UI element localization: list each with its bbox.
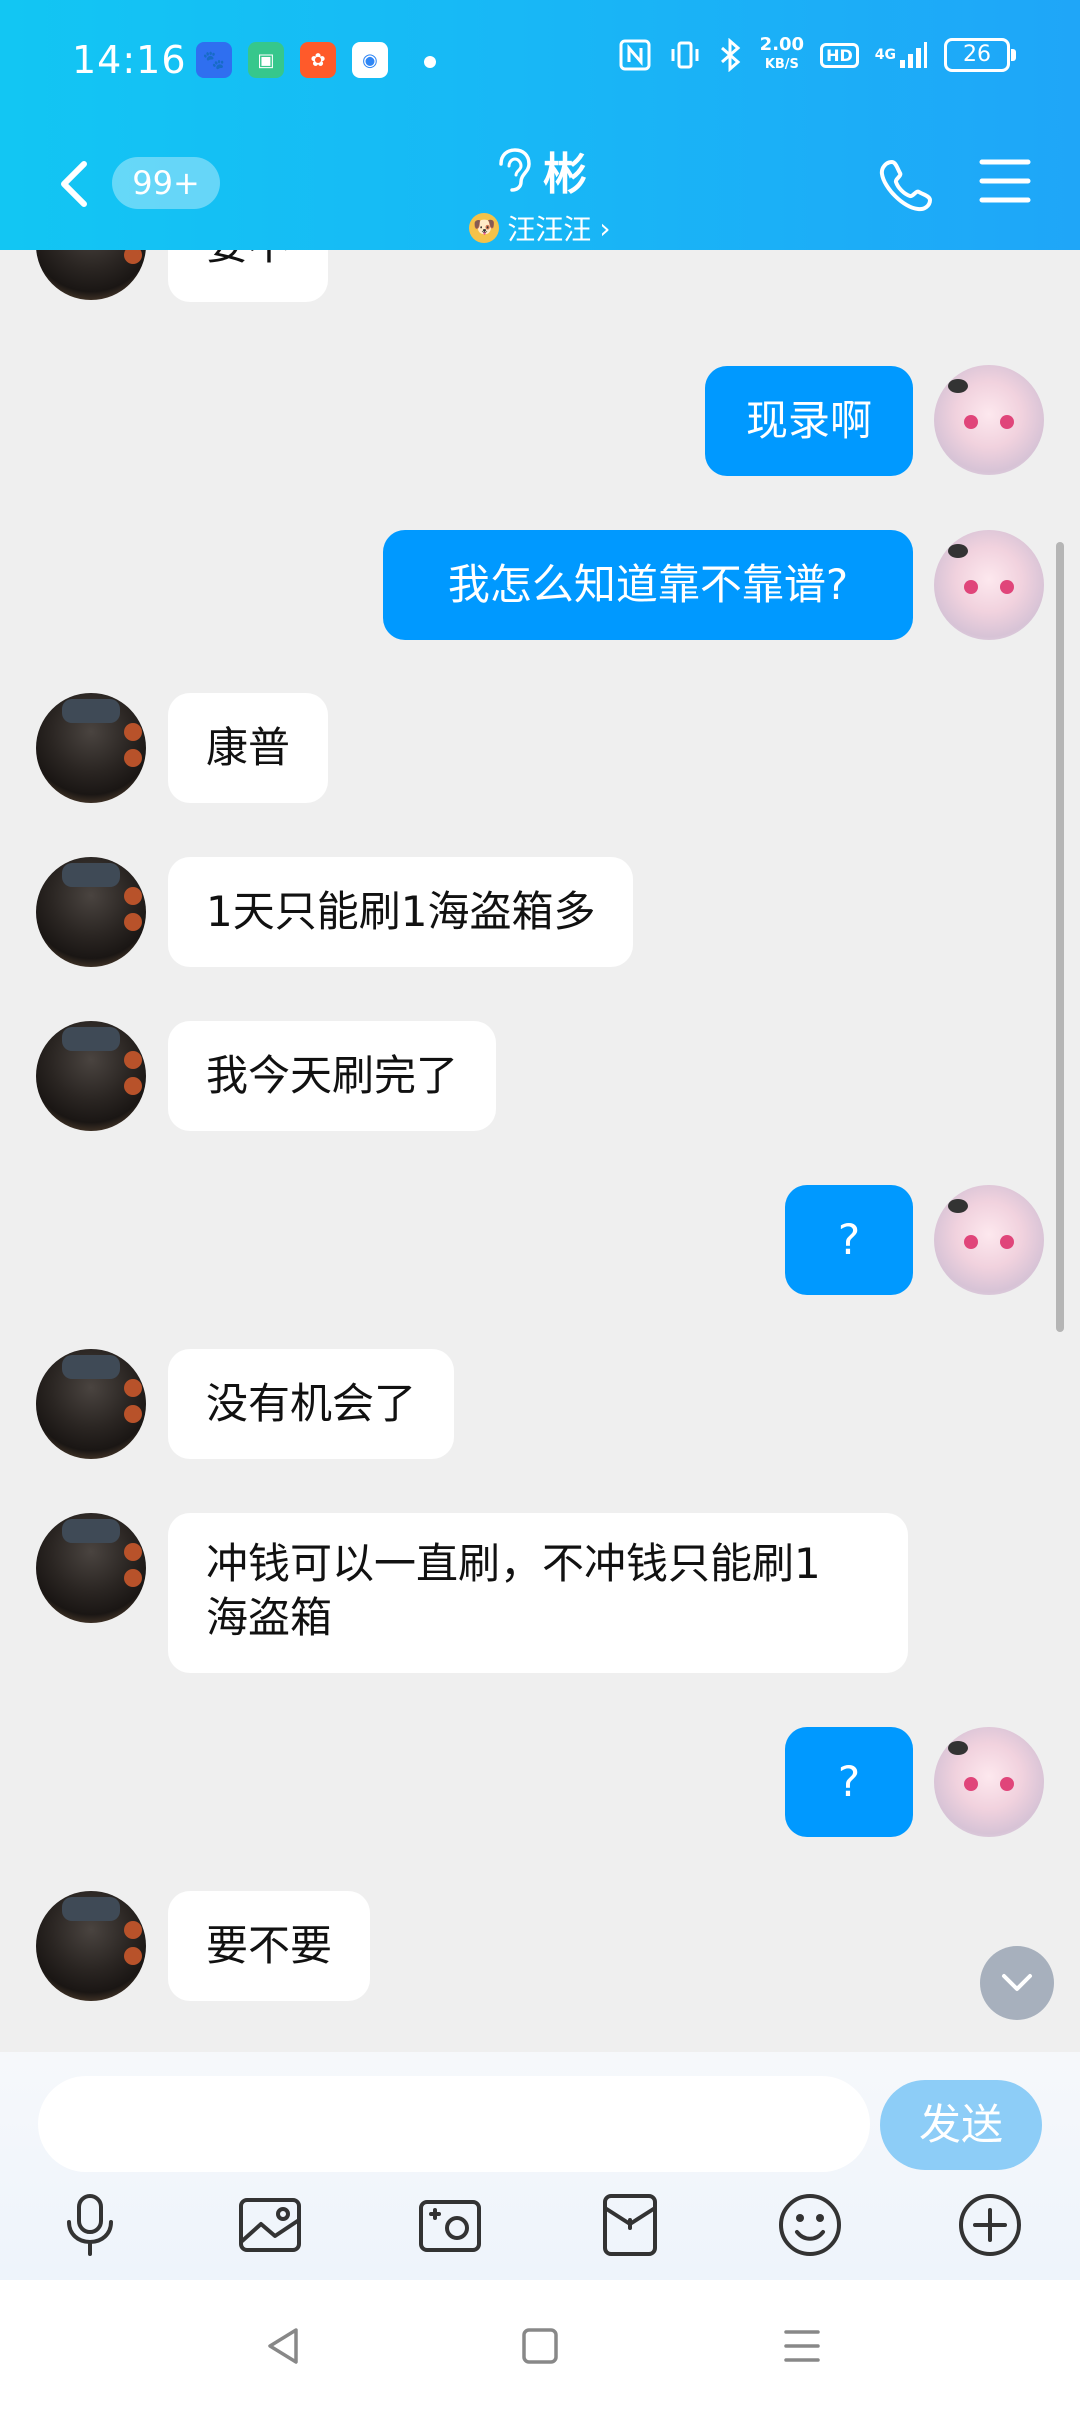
message-bubble[interactable]: 我今天刷完了 <box>168 1021 497 1131</box>
contact-avatar[interactable] <box>36 693 146 803</box>
status-bar: 14:16 🐾 ▣ ✿ ◉ 2.00 KB/S HD 4G 26 <box>0 0 1080 120</box>
contact-avatar[interactable] <box>36 1513 146 1623</box>
plus-icon[interactable] <box>955 2190 1025 2260</box>
hd-icon: HD <box>820 42 859 68</box>
kuaishou-app-icon: ✿ <box>300 42 336 78</box>
browser-app-icon: ◉ <box>352 42 388 78</box>
my-avatar[interactable] <box>934 1185 1044 1295</box>
emoji-icon[interactable] <box>775 2190 845 2260</box>
battery-icon: 26 <box>944 38 1016 72</box>
my-avatar[interactable] <box>934 1727 1044 1837</box>
message-bubble[interactable]: 康普 <box>168 693 329 803</box>
back-arrow-icon[interactable] <box>52 156 100 212</box>
my-avatar[interactable] <box>934 365 1044 475</box>
bluetooth-icon <box>718 38 744 72</box>
chat-header: 14:16 🐾 ▣ ✿ ◉ 2.00 KB/S HD 4G 26 99+ 彬 🐶… <box>0 0 1080 250</box>
unread-count-badge[interactable]: 99+ <box>112 157 220 209</box>
nav-home-icon[interactable] <box>518 2324 562 2368</box>
chevron-down-icon <box>1002 1974 1032 1991</box>
phone-call-icon[interactable] <box>878 154 938 214</box>
scrollbar[interactable] <box>1056 542 1064 1332</box>
send-button[interactable]: 发送 <box>880 2080 1042 2170</box>
contact-avatar[interactable] <box>36 250 146 300</box>
status-time: 14:16 <box>72 38 187 82</box>
system-nav-bar <box>0 2280 1080 2412</box>
contact-status: 汪汪汪 <box>507 213 592 246</box>
red-packet-icon[interactable] <box>595 2190 665 2260</box>
contact-avatar[interactable] <box>36 1349 146 1459</box>
contact-title[interactable]: 彬 🐶 汪汪汪 › <box>440 138 640 248</box>
contact-avatar[interactable] <box>36 1891 146 2001</box>
contact-avatar[interactable] <box>36 857 146 967</box>
my-avatar[interactable] <box>934 530 1044 640</box>
nav-back-icon[interactable] <box>262 2324 306 2368</box>
book-app-icon: ▣ <box>248 42 284 78</box>
nav-bar: 99+ 彬 🐶 汪汪汪 › <box>0 130 1080 246</box>
message-bubble[interactable]: 要不 <box>168 250 329 302</box>
message-bubble-mine[interactable]: ? <box>785 1727 913 1837</box>
vibrate-icon <box>668 38 702 72</box>
ear-icon <box>493 146 533 194</box>
message-bubble[interactable]: 没有机会了 <box>168 1349 455 1459</box>
signal-icon: 4G <box>875 40 928 70</box>
nfc-icon <box>618 38 652 72</box>
baidu-app-icon: 🐾 <box>196 42 232 78</box>
chevron-right-icon: › <box>599 211 611 245</box>
status-icons: 2.00 KB/S HD 4G 26 <box>618 34 1016 74</box>
message-list[interactable]: 要不 现录啊 我怎么知道靠不靠谱? 康普 1天只能刷1海盗箱多 我今天刷完了 ?… <box>0 250 1080 2052</box>
message-bubble-mine[interactable]: 我怎么知道靠不靠谱? <box>383 530 913 640</box>
nav-recents-icon[interactable] <box>780 2324 824 2368</box>
message-bubble[interactable]: 1天只能刷1海盗箱多 <box>168 857 634 967</box>
message-text-line: 冲钱可以一直刷，不冲钱只能刷1 <box>206 1539 821 1588</box>
input-panel: 发送 <box>0 2052 1080 2280</box>
camera-icon[interactable] <box>415 2190 485 2260</box>
message-bubble-mine[interactable]: ? <box>785 1185 913 1295</box>
menu-icon[interactable] <box>978 154 1032 208</box>
scroll-to-bottom-button[interactable] <box>980 1946 1054 2020</box>
message-bubble-mine[interactable]: 现录啊 <box>705 366 913 476</box>
message-bubble[interactable]: 要不要 <box>168 1891 371 2001</box>
network-speed: 2.00 KB/S <box>759 34 805 73</box>
contact-avatar[interactable] <box>36 1021 146 1131</box>
mic-icon[interactable] <box>55 2190 125 2260</box>
message-input[interactable] <box>38 2076 870 2172</box>
notification-dot-icon <box>424 56 436 68</box>
dog-emoji-icon: 🐶 <box>469 213 500 243</box>
contact-name: 彬 <box>543 149 587 200</box>
message-bubble[interactable]: 冲钱可以一直刷，不冲钱只能刷1 海盗箱 <box>168 1513 908 1673</box>
message-text-line: 海盗箱 <box>206 1593 333 1642</box>
image-icon[interactable] <box>235 2190 305 2260</box>
